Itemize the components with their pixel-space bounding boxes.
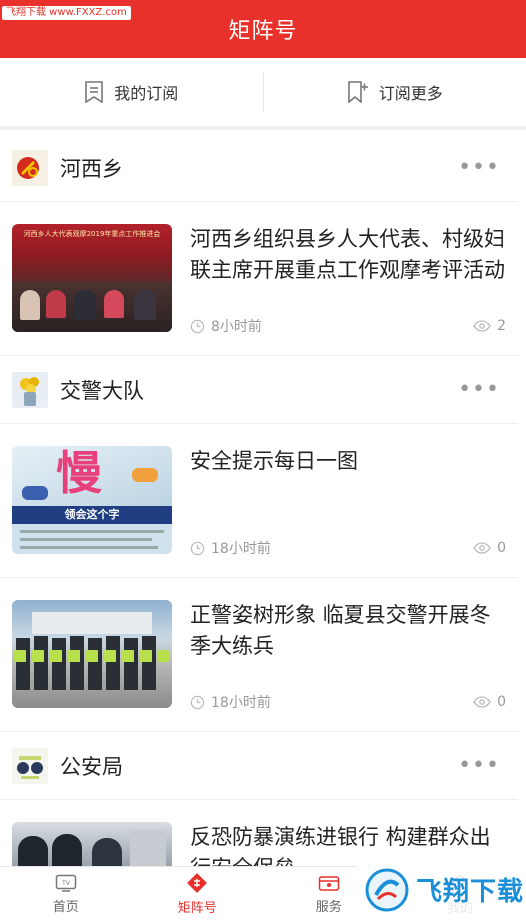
watermark-logo-icon — [365, 868, 409, 911]
tab-my-subscriptions-label: 我的订阅 — [114, 84, 179, 103]
article-views-count: 2 — [497, 318, 506, 334]
article-title: 安全提示每日一图 — [190, 449, 358, 473]
tab-my-subscriptions[interactable]: 我的订阅 — [0, 58, 263, 126]
flower-vase-icon — [12, 371, 48, 408]
feed[interactable]: 河西乡 ••• 河西乡人大代表观摩2019年重点工作推进会 河西乡组织县乡人大代… — [0, 134, 526, 866]
article-meta: 18小时前 0 — [190, 692, 506, 712]
bookmark-add-icon — [347, 81, 368, 103]
clock-icon — [190, 695, 205, 709]
thumb-banner-text: 领会这个字 — [64, 508, 120, 521]
article-time: 18小时前 — [190, 538, 473, 558]
subscription-tabs: 我的订阅 订阅更多 — [0, 58, 526, 130]
article-meta: 18小时前 0 — [190, 538, 506, 558]
article-item[interactable]: 正警姿树形象 临夏县交警开展冬季大练兵 18小时前 0 — [0, 578, 518, 732]
article-item[interactable]: 慢 领会这个字 安全提示每日一图 18小时前 0 — [0, 424, 518, 578]
more-icon[interactable]: ••• — [452, 155, 506, 180]
article-time: 8小时前 — [190, 316, 473, 336]
page-title: 矩阵号 — [228, 19, 298, 44]
bookmark-list-icon — [85, 81, 104, 103]
channel-name: 公安局 — [60, 754, 123, 779]
article-views: 0 — [473, 694, 506, 710]
more-icon[interactable]: ••• — [452, 377, 506, 402]
eye-icon — [473, 320, 491, 332]
article-thumbnail: 慢 领会这个字 — [12, 446, 172, 554]
tab-home-label: 首页 — [52, 899, 79, 915]
article-body: 安全提示每日一图 18小时前 0 — [190, 446, 506, 564]
article-time-text: 18小时前 — [211, 695, 271, 711]
clock-icon — [190, 319, 205, 333]
svg-text:TV: TV — [61, 880, 71, 887]
channel-avatar — [12, 371, 48, 408]
channel-name: 河西乡 — [60, 156, 123, 181]
watermark-logo: 飞翔下载 www.FXXZ.com — [2, 6, 131, 20]
party-emblem-icon — [12, 149, 48, 186]
watermark-text: 飞翔下载 — [416, 877, 525, 907]
tv-icon: TV — [55, 874, 76, 892]
article-thumbnail — [12, 600, 172, 708]
eye-icon — [473, 542, 491, 554]
article-meta: 8小时前 2 — [190, 316, 506, 336]
service-icon — [318, 875, 339, 891]
eye-icon — [473, 696, 491, 708]
tab-home[interactable]: TV 首页 — [0, 867, 132, 921]
tab-matrix-label: 矩阵号 — [177, 900, 217, 916]
article-views: 0 — [473, 540, 506, 556]
thumb-big-char: 慢 — [56, 446, 102, 500]
more-icon[interactable]: ••• — [452, 753, 506, 778]
tab-subscribe-more-label: 订阅更多 — [378, 84, 443, 103]
article-time-text: 8小时前 — [211, 319, 262, 335]
article-title: 河西乡组织县乡人大代表、村级妇联主席开展重点工作观摩考评活动 — [190, 227, 505, 282]
watermark-overlay: 飞翔下载 — [356, 858, 526, 921]
article-item[interactable]: 河西乡人大代表观摩2019年重点工作推进会 河西乡组织县乡人大代表、村级妇联主席… — [0, 202, 518, 356]
article-time-text: 18小时前 — [211, 541, 271, 557]
article-views-count: 0 — [497, 540, 506, 556]
article-views: 2 — [473, 318, 506, 334]
clock-icon — [190, 541, 205, 555]
channel-name: 交警大队 — [60, 378, 144, 403]
article-thumbnail — [12, 822, 172, 866]
article-views-count: 0 — [497, 694, 506, 710]
channel-avatar — [12, 149, 48, 186]
article-thumbnail: 河西乡人大代表观摩2019年重点工作推进会 — [12, 224, 172, 332]
article-item[interactable]: 反恐防暴演练进银行 构建群众出行安全保垒 — [0, 800, 518, 866]
article-time: 18小时前 — [190, 692, 473, 712]
channel-avatar — [12, 747, 48, 784]
channel-header[interactable]: 公安局 ••• — [0, 732, 518, 800]
article-body: 正警姿树形象 临夏县交警开展冬季大练兵 18小时前 0 — [190, 600, 506, 718]
tab-subscribe-more[interactable]: 订阅更多 — [264, 58, 526, 126]
tab-matrix[interactable]: 矩阵号 — [132, 867, 264, 921]
thumb-banner-text: 河西乡人大代表观摩2019年重点工作推进会 — [23, 230, 161, 238]
article-body: 河西乡组织县乡人大代表、村级妇联主席开展重点工作观摩考评活动 8小时前 2 — [190, 224, 506, 342]
tab-service-label: 服务 — [315, 899, 342, 915]
matrix-icon — [187, 872, 208, 893]
police-badge-icon — [12, 747, 48, 784]
article-title: 正警姿树形象 临夏县交警开展冬季大练兵 — [190, 603, 491, 658]
channel-header[interactable]: 交警大队 ••• — [0, 356, 518, 424]
channel-header[interactable]: 河西乡 ••• — [0, 134, 518, 202]
